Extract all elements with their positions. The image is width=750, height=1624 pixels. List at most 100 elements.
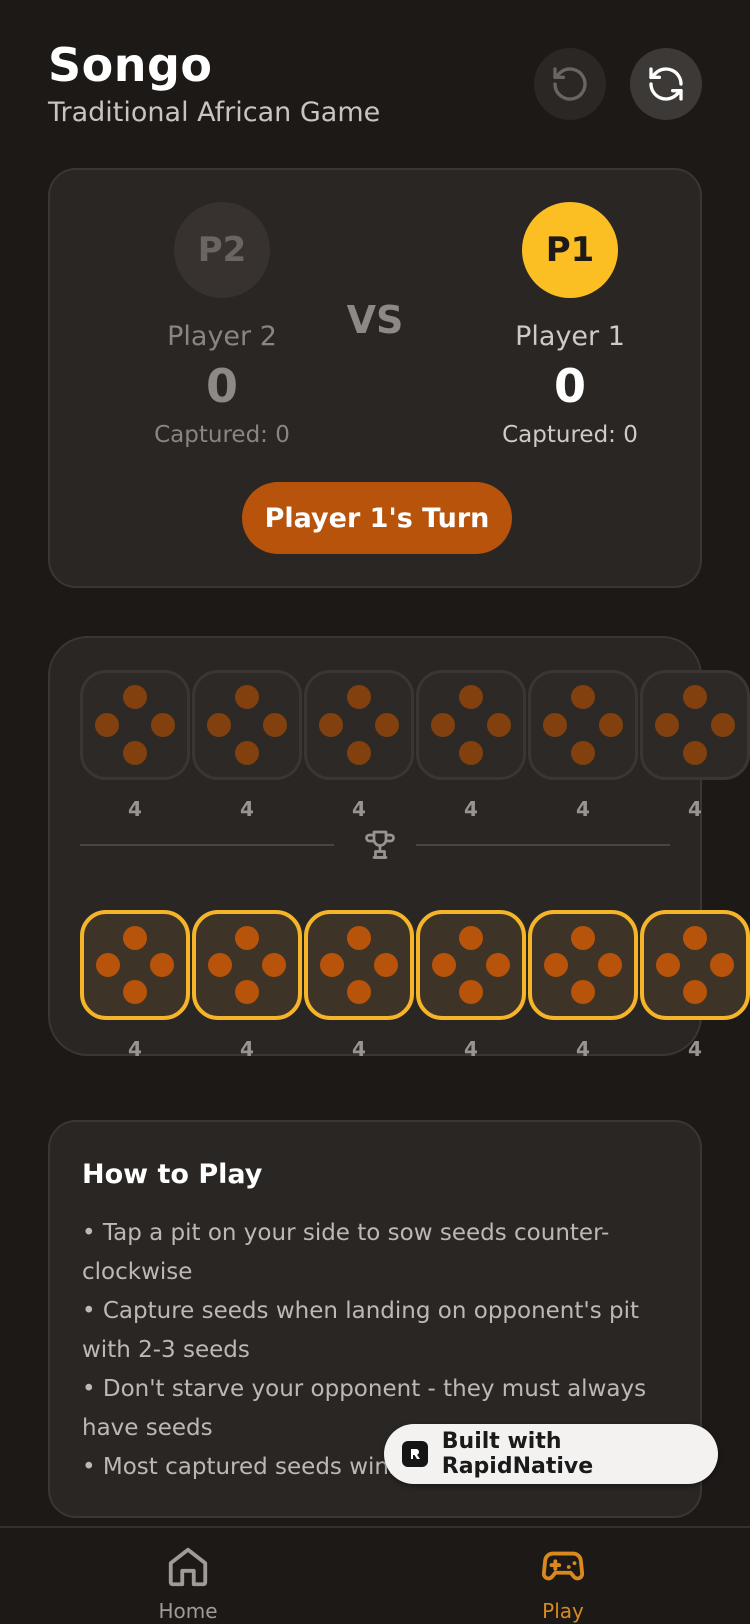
seed xyxy=(459,685,483,709)
pit-column: 4 xyxy=(192,670,302,822)
rule-item: • Capture seeds when landing on opponent… xyxy=(82,1298,640,1363)
pit-column: 4 xyxy=(192,910,302,1062)
player-pit[interactable] xyxy=(640,910,750,1020)
player1-panel: P1 Player 1 0 Captured: 0 xyxy=(440,202,700,450)
header: Songo Traditional African Game xyxy=(48,36,702,136)
seed xyxy=(347,980,371,1004)
seed xyxy=(431,713,455,737)
seed xyxy=(95,713,119,737)
pit-column: 4 xyxy=(528,670,638,822)
pit-column: 4 xyxy=(528,910,638,1062)
tab-home[interactable]: Home xyxy=(118,1544,258,1624)
pit-column: 4 xyxy=(80,670,190,822)
seed xyxy=(375,713,399,737)
opponent-pit xyxy=(416,670,526,780)
seed xyxy=(571,980,595,1004)
seed xyxy=(571,741,595,765)
seed xyxy=(486,953,510,977)
seed xyxy=(683,741,707,765)
seed xyxy=(599,713,623,737)
seed xyxy=(543,713,567,737)
bottom-tab-bar: Home Play xyxy=(0,1526,750,1624)
how-to-play-title: How to Play xyxy=(82,1159,263,1190)
seed xyxy=(319,713,343,737)
pit-column: 4 xyxy=(80,910,190,1062)
pit-column: 4 xyxy=(640,910,750,1062)
pit-column: 4 xyxy=(640,670,750,822)
player-pit[interactable] xyxy=(416,910,526,1020)
pit-seed-count: 4 xyxy=(688,797,702,821)
undo-button[interactable] xyxy=(534,48,606,120)
opponent-pit xyxy=(304,670,414,780)
seed xyxy=(96,953,120,977)
seed xyxy=(683,980,707,1004)
pit-seed-count: 4 xyxy=(464,1037,478,1061)
board-divider-right xyxy=(416,844,670,846)
seed xyxy=(347,741,371,765)
seed xyxy=(374,953,398,977)
seed xyxy=(655,713,679,737)
seed xyxy=(235,926,259,950)
seed xyxy=(571,685,595,709)
opponent-pit xyxy=(80,670,190,780)
player-pit[interactable] xyxy=(192,910,302,1020)
seed xyxy=(123,741,147,765)
seed xyxy=(656,953,680,977)
opponent-pit xyxy=(528,670,638,780)
tab-play-label: Play xyxy=(542,1599,584,1623)
badge-text: Built with RapidNative xyxy=(441,1429,594,1479)
seed xyxy=(207,713,231,737)
player1-avatar: P1 xyxy=(522,202,618,298)
seed xyxy=(208,953,232,977)
rule-item: • Tap a pit on your side to sow seeds co… xyxy=(82,1220,610,1285)
tab-home-label: Home xyxy=(158,1599,218,1623)
scoreboard-card: P2 Player 2 0 Captured: 0 VS P1 Player 1… xyxy=(48,168,702,588)
pit-seed-count: 4 xyxy=(576,797,590,821)
seed xyxy=(683,926,707,950)
pit-seed-count: 4 xyxy=(464,797,478,821)
pit-seed-count: 4 xyxy=(240,1037,254,1061)
seed xyxy=(347,926,371,950)
player-pit[interactable] xyxy=(304,910,414,1020)
pit-column: 4 xyxy=(416,670,526,822)
player2-captured: Captured: 0 xyxy=(154,422,290,448)
player-pit[interactable] xyxy=(80,910,190,1020)
turn-indicator-button[interactable]: Player 1's Turn xyxy=(242,482,512,554)
seed xyxy=(151,713,175,737)
player2-score: 0 xyxy=(205,359,238,413)
pit-column: 4 xyxy=(304,910,414,1062)
gamepad-icon xyxy=(541,1551,585,1581)
seed xyxy=(598,953,622,977)
seed xyxy=(459,741,483,765)
reset-button[interactable] xyxy=(630,48,702,120)
player2-avatar: P2 xyxy=(174,202,270,298)
seed xyxy=(487,713,511,737)
rapidnative-logo-icon xyxy=(402,1441,428,1467)
seed xyxy=(683,685,707,709)
seed xyxy=(459,926,483,950)
tab-play[interactable]: Play xyxy=(493,1544,633,1624)
seed xyxy=(320,953,344,977)
player-pit[interactable] xyxy=(528,910,638,1020)
built-with-badge[interactable]: Built with RapidNative xyxy=(384,1424,718,1484)
seed xyxy=(544,953,568,977)
seed xyxy=(571,926,595,950)
seed xyxy=(235,741,259,765)
pit-seed-count: 4 xyxy=(576,1037,590,1061)
trophy-icon xyxy=(365,830,395,859)
home-icon xyxy=(168,1547,208,1587)
pit-seed-count: 4 xyxy=(128,797,142,821)
page-subtitle: Traditional African Game xyxy=(48,97,381,128)
seed xyxy=(459,980,483,1004)
seed xyxy=(235,685,259,709)
player-pit-row: 4 4 4 4 4 4 xyxy=(80,910,750,1062)
seed xyxy=(263,713,287,737)
opponent-pit xyxy=(192,670,302,780)
opponent-pit-row: 4 4 4 4 4 4 xyxy=(80,670,750,822)
player1-score: 0 xyxy=(553,359,586,413)
player1-name: Player 1 xyxy=(515,321,625,352)
seed xyxy=(123,980,147,1004)
seed xyxy=(710,953,734,977)
refresh-icon xyxy=(649,67,683,101)
pit-seed-count: 4 xyxy=(688,1037,702,1061)
